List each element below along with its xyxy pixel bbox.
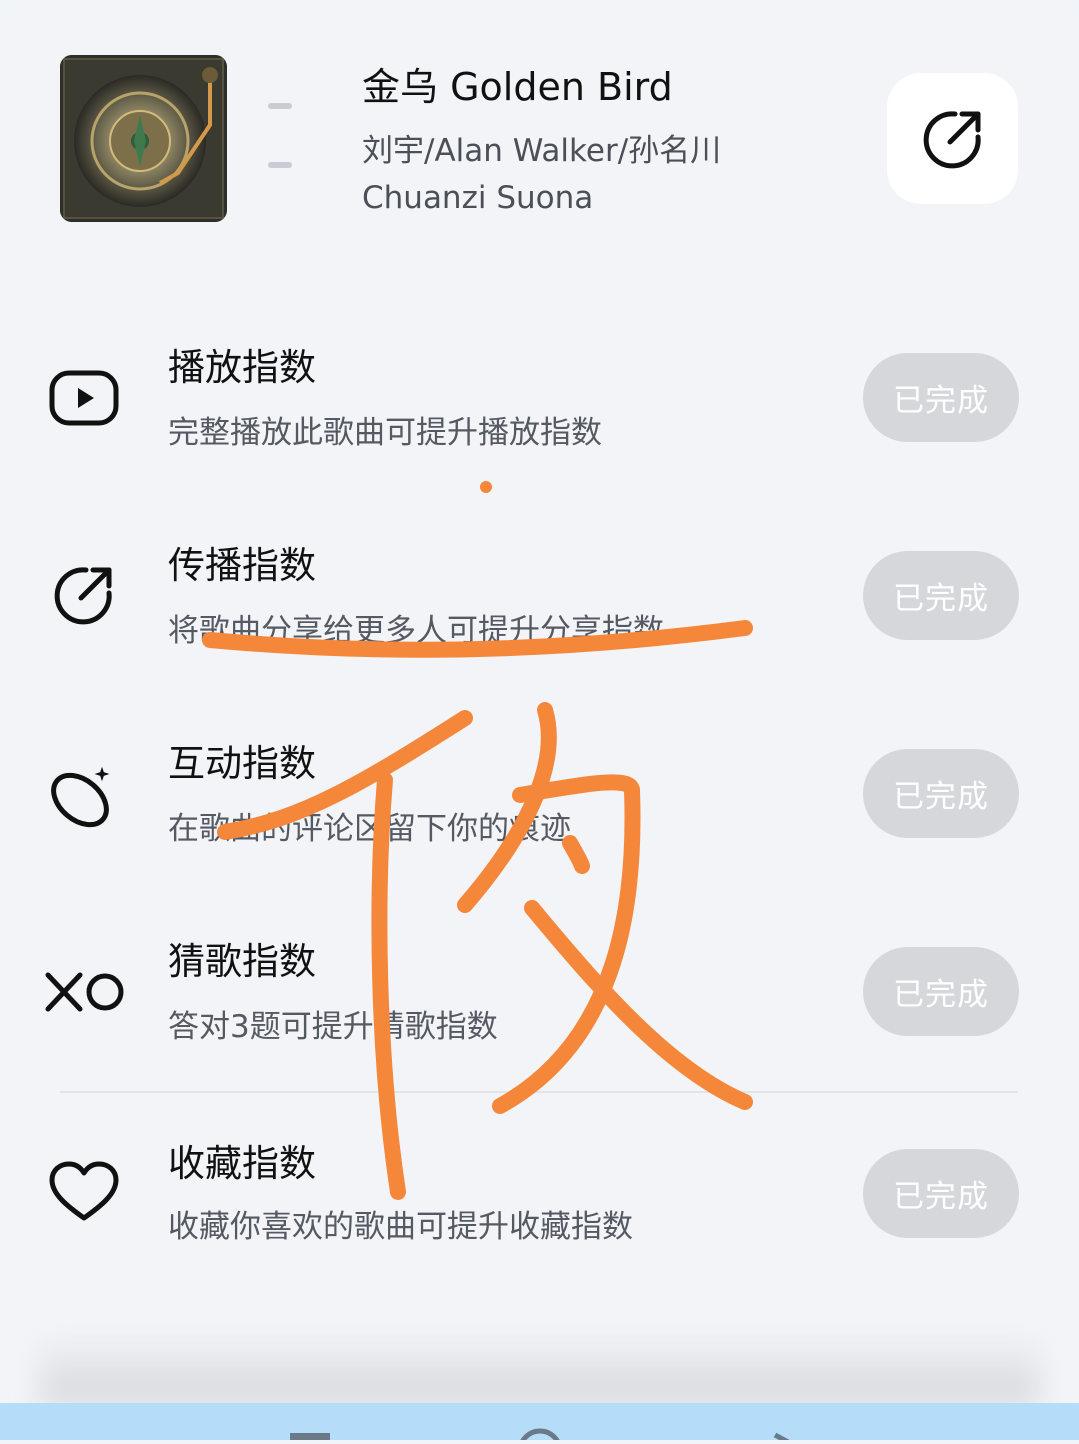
task-row-guess: 猜歌指数 答对3题可提升猜歌指数 已完成 [0, 912, 1079, 1072]
done-button[interactable]: 已完成 [863, 353, 1019, 442]
task-row-play: 播放指数 完整播放此歌曲可提升播放指数 已完成 [0, 318, 1079, 478]
share-icon [923, 110, 981, 168]
song-artists: 刘宇/Alan Walker/孙名川 Chuanzi Suona [362, 133, 722, 216]
task-title: 猜歌指数 [168, 940, 316, 983]
task-title: 播放指数 [168, 346, 316, 389]
task-desc: 在歌曲的评论区留下你的痕迹 [168, 811, 571, 847]
back-icon [773, 1432, 792, 1444]
done-button[interactable]: 已完成 [863, 749, 1019, 838]
share-icon [40, 551, 128, 639]
comment-sparkle-icon [40, 750, 128, 838]
xo-icon [40, 948, 128, 1036]
task-desc: 将歌曲分享给更多人可提升分享指数 [168, 613, 664, 649]
task-title: 收藏指数 [168, 1142, 316, 1185]
share-button[interactable] [887, 73, 1018, 204]
heart-icon [40, 1148, 128, 1236]
album-cover[interactable] [60, 55, 227, 222]
task-desc: 答对3题可提升猜歌指数 [168, 1009, 498, 1045]
system-navigation-bar[interactable] [0, 1403, 1079, 1444]
task-row-share: 传播指数 将歌曲分享给更多人可提升分享指数 已完成 [0, 516, 1079, 676]
done-button[interactable]: 已完成 [863, 551, 1019, 640]
task-desc: 完整播放此歌曲可提升播放指数 [168, 415, 602, 451]
task-desc: 收藏你喜欢的歌曲可提升收藏指数 [168, 1209, 633, 1245]
done-button[interactable]: 已完成 [863, 1149, 1019, 1238]
done-button[interactable]: 已完成 [863, 947, 1019, 1036]
divider [60, 1091, 1018, 1093]
task-title: 互动指数 [168, 742, 316, 785]
bottom-shadow [40, 1335, 1039, 1405]
recent-apps-icon [290, 1433, 330, 1443]
task-row-interact: 互动指数 在歌曲的评论区留下你的痕迹 已完成 [0, 714, 1079, 874]
home-icon [518, 1428, 562, 1444]
task-title: 传播指数 [168, 544, 316, 587]
play-icon [40, 354, 128, 442]
drag-handle[interactable] [268, 103, 292, 109]
task-sheet: 金乌 Golden Bird 刘宇/Alan Walker/孙名川 Chuanz… [0, 0, 1079, 1440]
drag-handle[interactable] [268, 162, 292, 168]
song-title: 金乌 Golden Bird [362, 65, 673, 109]
task-row-favorite: 收藏指数 收藏你喜欢的歌曲可提升收藏指数 已完成 [0, 1114, 1079, 1274]
